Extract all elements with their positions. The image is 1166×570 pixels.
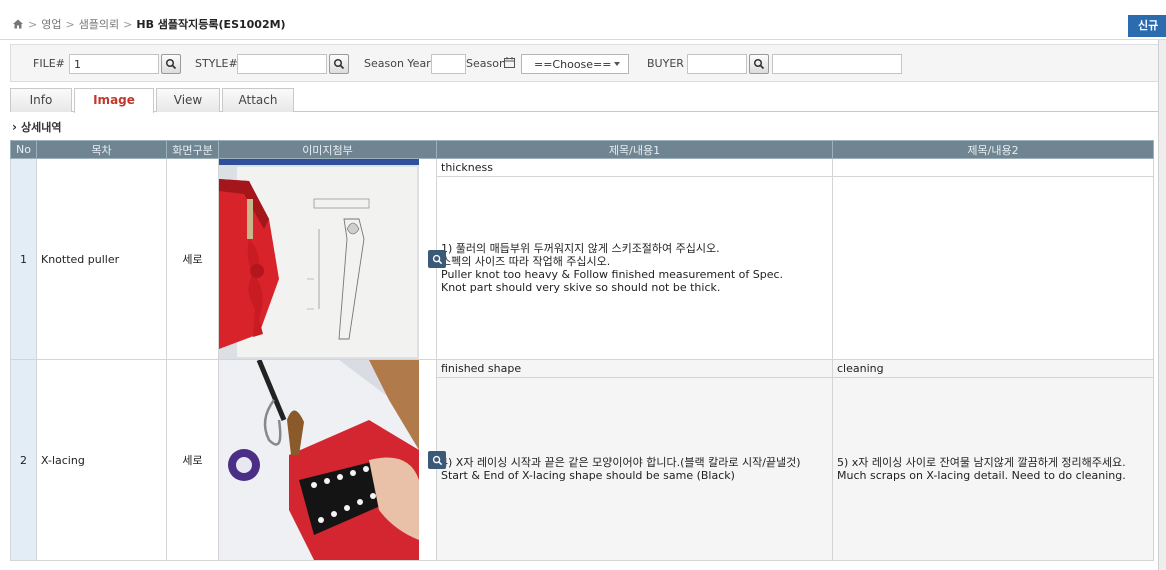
row-body1-line: Start & End of X-lacing shape should be …: [441, 469, 735, 483]
column-header-image: 이미지첨부: [218, 140, 437, 159]
season-year-label: Season Year: [364, 57, 431, 70]
section-title: 상세내역: [20, 121, 62, 134]
row-body1-line: Puller knot too heavy & Follow finished …: [441, 268, 784, 282]
breadcrumb-separator: >: [65, 17, 75, 31]
page-title: HB 샘플작지등록(ES1002M): [136, 18, 286, 31]
file-input[interactable]: [69, 54, 159, 74]
column-header-item: 목차: [36, 140, 167, 159]
table-row[interactable]: 1 Knotted puller 세로 thickness: [10, 157, 1154, 360]
row-body2: 5) x자 레이싱 사이로 잔여물 남지않게 깔끔하게 정리해주세요. Much…: [832, 377, 1154, 561]
row-title1: thickness: [436, 157, 833, 178]
row-item: X-lacing: [36, 359, 167, 561]
file-label: FILE#: [33, 57, 65, 70]
tab-info[interactable]: Info: [10, 88, 72, 112]
zoom-icon: [432, 254, 442, 264]
row-body1-line: 4) X자 레이싱 시작과 끝은 같은 모양이어야 합니다.(블랙 칼라로 시작…: [441, 456, 801, 470]
row-body1-line: 1) 풀러의 매듭부위 두꺼워지지 않게 스키조절하여 주십시오.: [441, 242, 720, 256]
style-label: STYLE#: [195, 57, 238, 70]
breadcrumb: > 영업 > 샘플의뢰 > HB 샘플작지등록(ES1002M): [12, 16, 286, 32]
grid-header-row: No 목차 화면구분 이미지첨부 제목/내용1 제목/내용2: [10, 140, 1154, 159]
season-select[interactable]: ==Choose==: [521, 54, 629, 74]
column-header-no: No: [10, 140, 37, 159]
vertical-scrollbar[interactable]: [1158, 40, 1166, 570]
table-row[interactable]: 2 X-lacing 세로 finished shape cleaning: [10, 358, 1154, 561]
row-item: Knotted puller: [36, 158, 167, 360]
row-body1: 1) 풀러의 매듭부위 두꺼워지지 않게 스키조절하여 주십시오. 스펙의 사이…: [436, 176, 833, 360]
search-icon: [333, 58, 345, 70]
zoom-button[interactable]: [428, 451, 446, 469]
zoom-icon: [432, 455, 442, 465]
row-title2: [832, 157, 1154, 178]
row-title1: finished shape: [436, 358, 833, 379]
section-header: › 상세내역: [12, 119, 61, 135]
detail-grid: No 목차 화면구분 이미지첨부 제목/내용1 제목/내용2 1 Knotted…: [10, 140, 1154, 561]
row-body2-line: Much scraps on X-lacing detail. Need to …: [837, 469, 1126, 483]
file-search-button[interactable]: [161, 54, 181, 74]
row-body2-line: 5) x자 레이싱 사이로 잔여물 남지않게 깔끔하게 정리해주세요.: [837, 456, 1126, 470]
chevron-right-icon: ›: [12, 120, 17, 134]
breadcrumb-separator: >: [123, 17, 133, 31]
row-number: 1: [10, 158, 37, 360]
row-image-cell: [218, 359, 446, 561]
breadcrumb-item-sales[interactable]: 영업: [41, 16, 61, 32]
season-year-input[interactable]: [431, 54, 466, 74]
chevron-down-icon: [614, 62, 620, 66]
sample-photo-puller[interactable]: [219, 159, 419, 359]
breadcrumb-separator: >: [28, 17, 38, 31]
buyer-label: BUYER: [647, 57, 684, 70]
tab-attach[interactable]: Attach: [222, 88, 294, 112]
column-header-content1: 제목/내용1: [436, 140, 833, 159]
tab-view[interactable]: View: [156, 88, 220, 112]
zoom-button[interactable]: [428, 250, 446, 268]
home-icon[interactable]: [12, 18, 24, 30]
search-icon: [753, 58, 765, 70]
style-search-button[interactable]: [329, 54, 349, 74]
sample-photo-x-lacing[interactable]: [219, 360, 419, 560]
row-title2: cleaning: [832, 358, 1154, 379]
row-number: 2: [10, 359, 37, 561]
column-header-content2: 제목/내용2: [832, 140, 1154, 159]
column-header-screen-type: 화면구분: [166, 140, 219, 159]
row-screen-type: 세로: [166, 359, 219, 561]
row-body1-line: Knot part should very skive so should no…: [441, 281, 721, 295]
row-body1: 4) X자 레이싱 시작과 끝은 같은 모양이어야 합니다.(블랙 칼라로 시작…: [436, 377, 833, 561]
search-panel: FILE# STYLE# Season Year Season ==Choose…: [10, 44, 1160, 82]
breadcrumb-bar: > 영업 > 샘플의뢰 > HB 샘플작지등록(ES1002M) 신규: [0, 0, 1166, 40]
row-screen-type: 세로: [166, 158, 219, 360]
style-input[interactable]: [237, 54, 327, 74]
season-label: Season: [466, 57, 506, 70]
season-select-value: ==Choose==: [534, 57, 612, 71]
tab-bar: Info Image View Attach: [10, 88, 1160, 113]
row-image-cell: [218, 158, 446, 360]
buyer-search-button[interactable]: [749, 54, 769, 74]
buyer-name-input[interactable]: [772, 54, 902, 74]
calendar-icon[interactable]: [504, 57, 515, 68]
breadcrumb-item-sample-request[interactable]: 샘플의뢰: [79, 16, 119, 32]
row-body1-line: 스펙의 사이즈 따라 작업해 주십시오.: [441, 255, 611, 269]
search-icon: [165, 58, 177, 70]
tab-image[interactable]: Image: [74, 88, 154, 113]
row-body2: [832, 176, 1154, 360]
buyer-code-input[interactable]: [687, 54, 747, 74]
new-button[interactable]: 신규: [1128, 15, 1166, 37]
